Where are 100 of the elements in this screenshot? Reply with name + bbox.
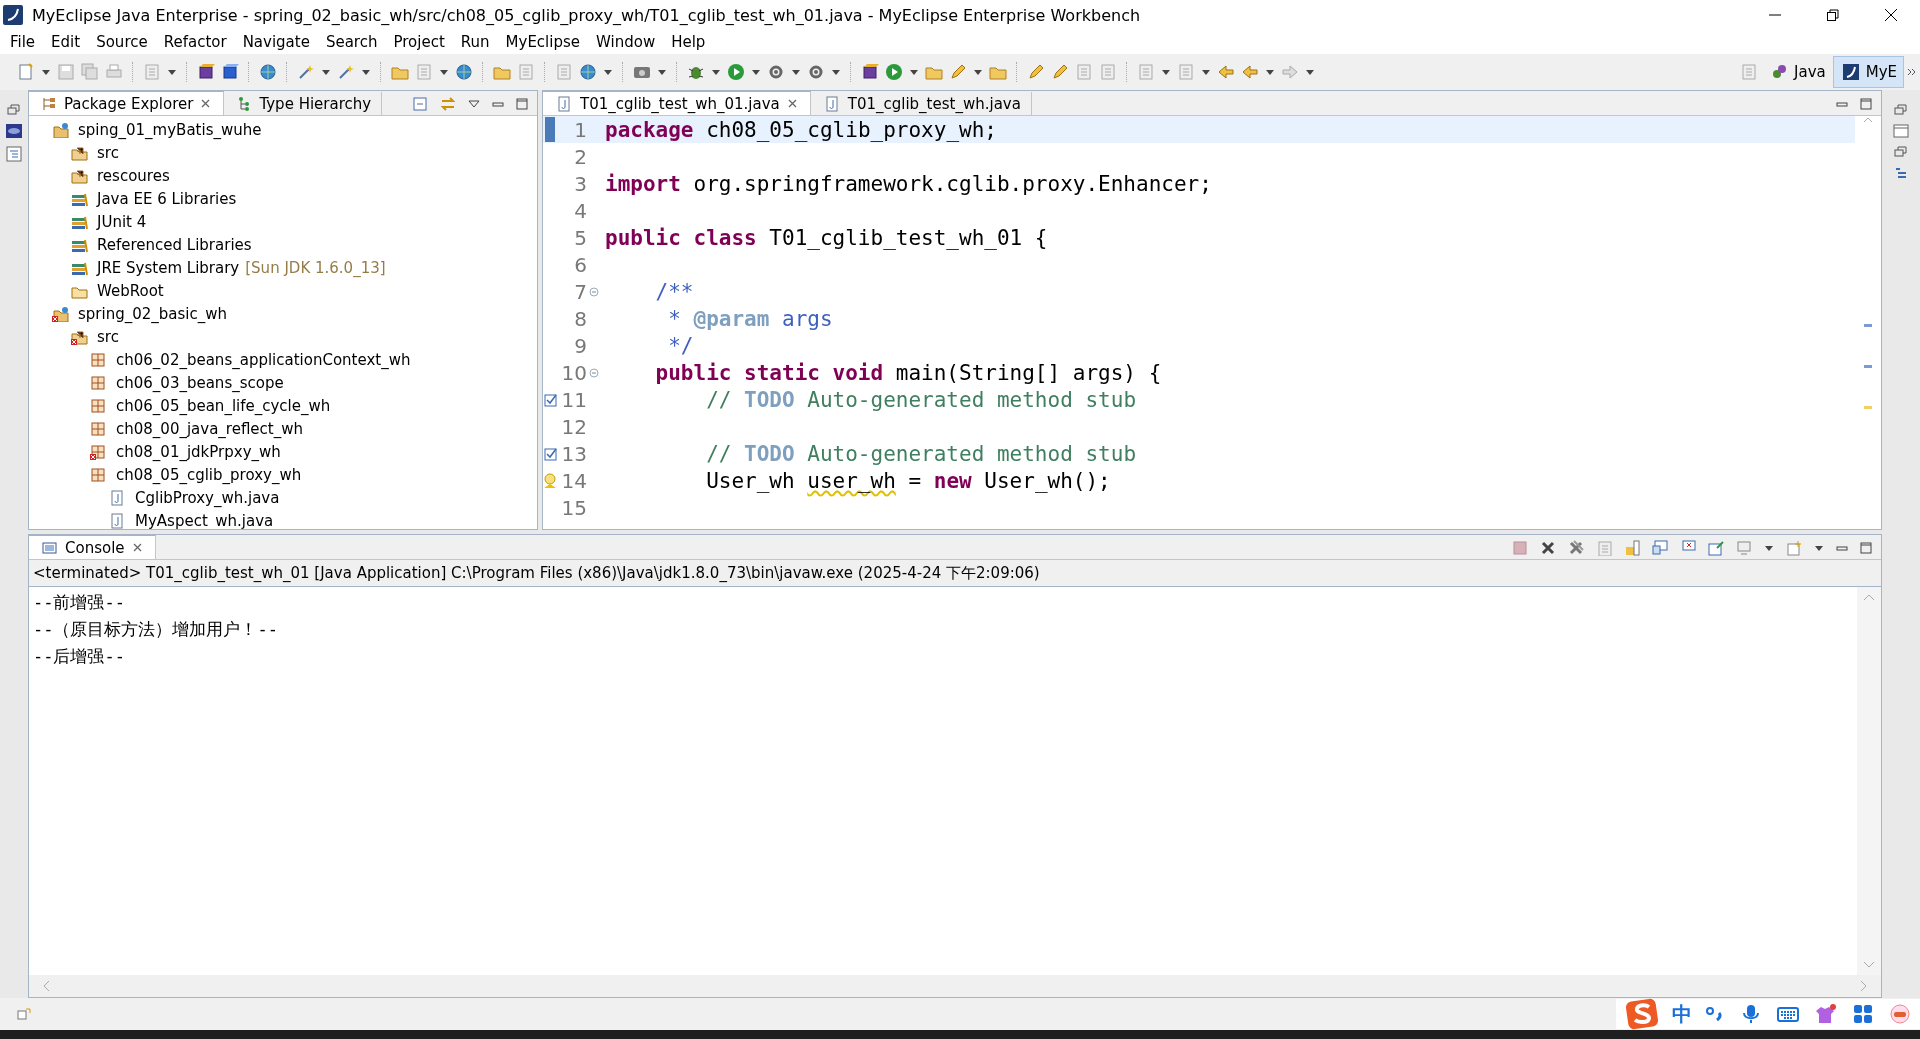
s-logo-icon[interactable] xyxy=(1625,998,1659,1030)
close-icon[interactable] xyxy=(201,99,211,108)
menu-item[interactable]: Search xyxy=(317,33,386,51)
tab[interactable]: Console xyxy=(29,535,156,559)
collapse-all-icon[interactable] xyxy=(412,95,428,112)
scroll-down-icon[interactable] xyxy=(1863,960,1875,969)
tree-item[interactable]: sping_01_myBatis_wuhe xyxy=(29,118,537,141)
outline-icon[interactable] xyxy=(1893,166,1909,180)
tree-item[interactable]: JRE System Library [Sun JDK 1.6.0_13] xyxy=(48,256,537,279)
perspective-button[interactable]: MyE xyxy=(1832,56,1904,88)
dropdown-caret-icon[interactable] xyxy=(973,68,983,76)
run-icon[interactable] xyxy=(727,63,745,81)
chevron-icon[interactable] xyxy=(1907,68,1917,76)
restore-icon[interactable] xyxy=(1894,104,1908,116)
eye-icon[interactable] xyxy=(6,124,22,138)
maximize-icon[interactable] xyxy=(516,97,528,110)
dropdown-caret-icon[interactable] xyxy=(1764,543,1774,552)
scroll-right-icon[interactable] xyxy=(1859,980,1868,992)
input-mode-toggle[interactable]: 中 xyxy=(1672,1000,1692,1028)
globe-icon[interactable] xyxy=(455,63,473,81)
menu-item[interactable]: Source xyxy=(88,33,156,51)
menu-item[interactable]: Navigate xyxy=(234,33,318,51)
link-arrows-icon[interactable] xyxy=(440,95,456,112)
dropdown-caret-icon[interactable] xyxy=(321,68,331,76)
globe-icon[interactable] xyxy=(259,63,277,81)
microphone-icon[interactable] xyxy=(1741,1004,1761,1024)
scroll-up-icon[interactable] xyxy=(1863,116,1873,124)
restore-icon[interactable] xyxy=(1894,146,1908,158)
dropdown-caret-icon[interactable] xyxy=(1201,68,1211,76)
tree-item[interactable]: WebRoot xyxy=(48,279,537,302)
maximize-icon[interactable] xyxy=(1860,97,1872,110)
tab[interactable]: Package Explorer xyxy=(29,91,225,115)
cube-icon[interactable] xyxy=(221,63,239,81)
new-console-icon[interactable] xyxy=(1786,539,1802,556)
tree-item[interactable]: ch06_05_bean_life_cycle_wh xyxy=(67,394,537,417)
dropdown-caret-icon[interactable] xyxy=(167,68,177,76)
tree-item[interactable]: ch08_01_jdkPrpxy_wh xyxy=(67,440,537,463)
dropdown-caret-icon[interactable] xyxy=(41,68,51,76)
dropdown-caret-icon[interactable] xyxy=(603,68,613,76)
globe-icon[interactable] xyxy=(579,63,597,81)
print-icon[interactable] xyxy=(105,63,123,81)
remove-all-icon[interactable] xyxy=(1568,539,1584,556)
tree-item[interactable]: src xyxy=(48,325,537,348)
outline-icon[interactable] xyxy=(6,146,22,162)
tree-item[interactable]: spring_02_basic_wh xyxy=(29,302,537,325)
arrow-left-icon[interactable] xyxy=(1217,63,1235,81)
tree-item[interactable]: JUnit 4 xyxy=(48,210,537,233)
shirt-icon[interactable] xyxy=(1815,1004,1837,1024)
tree-item[interactable]: ch08_00_java_reflect_wh xyxy=(67,417,537,440)
close-icon[interactable] xyxy=(132,543,142,552)
menu-item[interactable]: Window xyxy=(588,33,664,51)
punctuation-icon[interactable] xyxy=(1705,1004,1725,1024)
dropdown-caret-icon[interactable] xyxy=(909,68,919,76)
tree-item[interactable]: Referenced Libraries xyxy=(48,233,537,256)
tree-item[interactable]: CglibProxy_wh.java xyxy=(86,486,537,509)
pencil-icon[interactable] xyxy=(1027,63,1045,81)
pin-icon[interactable] xyxy=(1708,539,1724,556)
box-icon[interactable] xyxy=(861,63,879,81)
pencil-icon[interactable] xyxy=(949,63,967,81)
tree-item[interactable]: ch06_03_beans_scope xyxy=(67,371,537,394)
tab[interactable]: T01_cglib_test_wh_01.java xyxy=(543,91,811,115)
menu-item[interactable]: Help xyxy=(663,33,714,51)
tree-item[interactable]: ch08_05_cglib_proxy_wh xyxy=(67,463,537,486)
dropdown-caret-icon[interactable] xyxy=(1161,68,1171,76)
dropdown-caret-icon[interactable] xyxy=(831,68,841,76)
menu-item[interactable]: File xyxy=(2,33,44,51)
dropdown-caret-icon[interactable] xyxy=(361,68,371,76)
dropdown-caret-icon[interactable] xyxy=(1265,68,1275,76)
new-file-icon[interactable] xyxy=(17,63,35,81)
menu-item[interactable]: Refactor xyxy=(155,33,235,51)
dropdown-caret-icon[interactable] xyxy=(439,68,449,76)
window-icon[interactable] xyxy=(1893,124,1909,138)
show-output-icon[interactable] xyxy=(1652,539,1668,556)
dropdown-caret-icon[interactable] xyxy=(711,68,721,76)
menu-item[interactable]: Project xyxy=(385,33,453,51)
restore-icon[interactable] xyxy=(7,104,21,116)
maximize-icon[interactable] xyxy=(1860,541,1872,554)
box-icon[interactable] xyxy=(197,63,215,81)
dropdown-caret-icon[interactable] xyxy=(657,68,667,76)
gear-icon[interactable] xyxy=(767,63,785,81)
gear-icon[interactable] xyxy=(807,63,825,81)
tree-item[interactable]: MyAspect_wh.java xyxy=(86,509,537,529)
scroll-left-icon[interactable] xyxy=(42,980,51,992)
grid-icon[interactable] xyxy=(1853,1004,1873,1024)
menu-item[interactable]: MyEclipse xyxy=(497,33,588,51)
dropdown-caret-icon[interactable] xyxy=(468,98,480,109)
run-icon[interactable] xyxy=(885,63,903,81)
tree-item[interactable]: ch06_02_beans_applicationContext_wh xyxy=(67,348,537,371)
keyboard-icon[interactable] xyxy=(1777,1004,1799,1024)
arrow-left-icon[interactable] xyxy=(1241,63,1259,81)
pencil-icon[interactable] xyxy=(1051,63,1069,81)
tree-item[interactable]: rescoures xyxy=(48,164,537,187)
scroll-up-icon[interactable] xyxy=(1863,593,1875,602)
dropdown-caret-icon[interactable] xyxy=(791,68,801,76)
terminate-icon[interactable] xyxy=(1512,539,1528,556)
close-icon[interactable] xyxy=(787,99,797,108)
collapse-icon[interactable] xyxy=(589,286,599,297)
dropdown-caret-icon[interactable] xyxy=(1305,68,1315,76)
tree-item[interactable]: src xyxy=(48,141,537,164)
wand-icon[interactable] xyxy=(297,63,315,81)
